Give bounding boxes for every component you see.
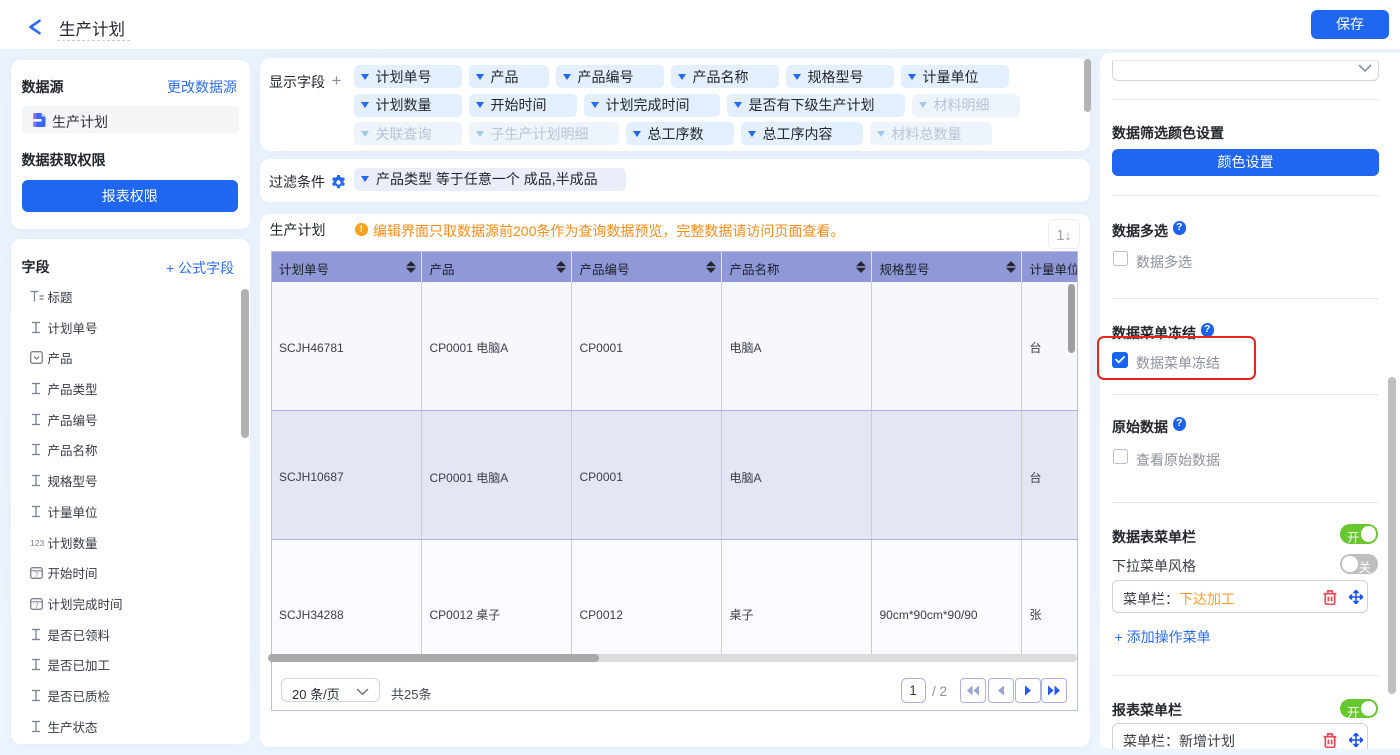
svg-text:7: 7: [35, 572, 39, 579]
svg-text:123: 123: [30, 538, 44, 548]
svg-text:7: 7: [35, 603, 39, 610]
